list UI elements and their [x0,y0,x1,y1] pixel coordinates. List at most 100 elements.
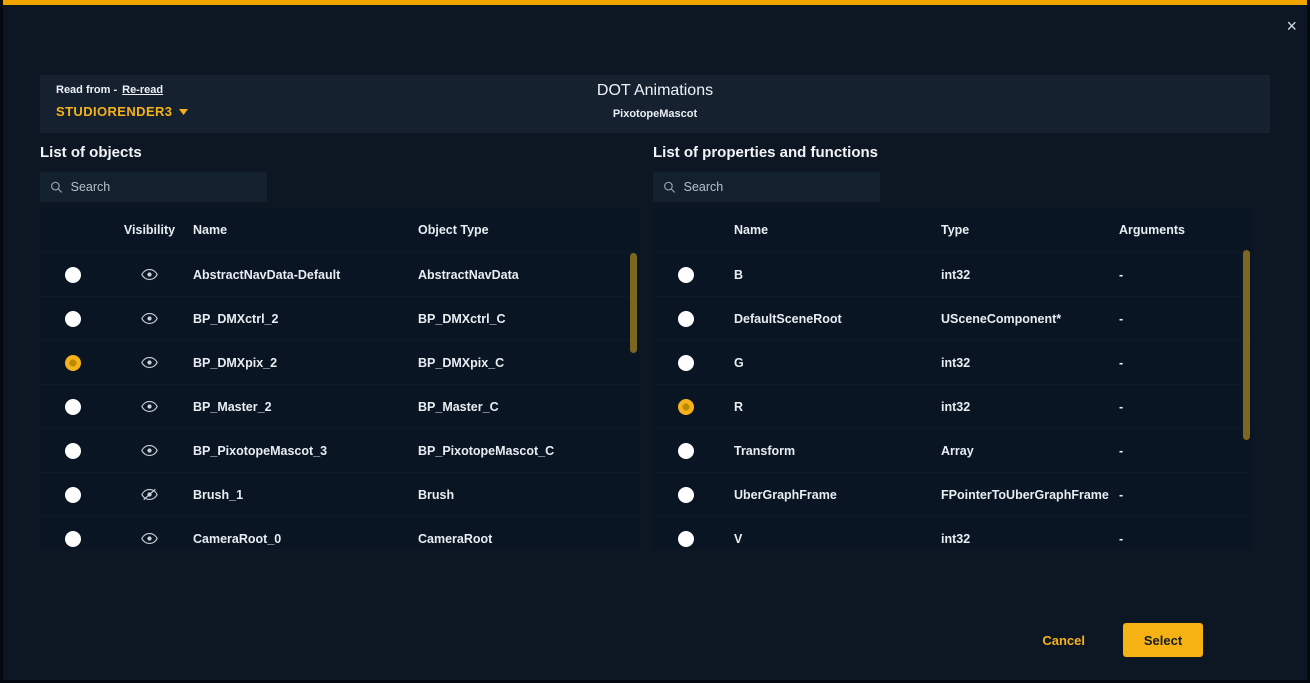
table-row[interactable]: UberGraphFrameFPointerToUberGraphFrame- [653,472,1253,516]
property-type: int32 [941,400,1119,414]
source-dropdown[interactable]: STUDIORENDER3 [56,104,188,119]
radio-button[interactable] [65,531,81,547]
dialog-window: × Read from - Re-read STUDIORENDER3 DOT A… [0,0,1310,683]
column-header-visibility: Visibility [106,223,193,237]
radio-button[interactable] [678,355,694,371]
table-row[interactable]: Rint32- [653,384,1253,428]
visibility-eye-icon[interactable] [141,400,158,413]
table-row[interactable]: BP_DMXctrl_2BP_DMXctrl_C [40,296,640,340]
property-name: Transform [719,444,941,458]
read-from-label: Read from - [56,84,117,96]
radio-button[interactable] [678,311,694,327]
header-titles: DOT Animations PixotopeMascot [40,82,1270,120]
objects-table-header: Visibility Name Object Type [40,208,640,252]
object-type: BP_Master_C [418,400,640,414]
column-header-object-type: Object Type [418,223,640,237]
object-type: Brush [418,488,640,502]
visibility-eye-icon[interactable] [141,268,158,281]
cancel-button[interactable]: Cancel [1042,633,1085,648]
visibility-eye-icon[interactable] [141,356,158,369]
property-type: USceneComponent* [941,312,1119,326]
table-row[interactable]: BP_PixotopeMascot_3BP_PixotopeMascot_C [40,428,640,472]
table-row[interactable]: TransformArray- [653,428,1253,472]
property-arguments: - [1119,488,1253,502]
properties-table-header: Name Type Arguments [653,208,1253,252]
radio-button[interactable] [678,487,694,503]
property-arguments: - [1119,400,1253,414]
visibility-eye-icon[interactable] [141,312,158,325]
table-row[interactable]: DefaultSceneRootUSceneComponent*- [653,296,1253,340]
property-name: UberGraphFrame [719,488,941,502]
object-name: BP_DMXpix_2 [193,356,418,370]
scrollbar[interactable] [1243,250,1250,440]
radio-button[interactable] [65,399,81,415]
property-name: R [719,400,941,414]
object-name: Brush_1 [193,488,418,502]
dialog-title: DOT Animations [40,82,1270,100]
search-icon [663,180,676,194]
property-type: int32 [941,356,1119,370]
properties-search [653,172,880,202]
object-name: CameraRoot_0 [193,532,418,546]
radio-selected[interactable] [65,355,81,371]
table-row[interactable]: Brush_1Brush [40,472,640,516]
chevron-down-icon [179,109,188,115]
object-name: BP_DMXctrl_2 [193,312,418,326]
read-from-line: Read from - Re-read [56,84,188,96]
property-arguments: - [1119,444,1253,458]
radio-button[interactable] [678,443,694,459]
radio-button[interactable] [65,311,81,327]
objects-table: Visibility Name Object Type AbstractNavD… [40,208,640,549]
property-arguments: - [1119,268,1253,282]
select-button[interactable]: Select [1123,623,1203,657]
property-type: Array [941,444,1119,458]
visibility-eye-icon[interactable] [141,532,158,545]
properties-table: Name Type Arguments Bint32-DefaultSceneR… [653,208,1253,549]
properties-table-body: Bint32-DefaultSceneRootUSceneComponent*-… [653,252,1253,549]
table-row[interactable]: Gint32- [653,340,1253,384]
property-arguments: - [1119,356,1253,370]
object-type: BP_PixotopeMascot_C [418,444,640,458]
property-type: FPointerToUberGraphFrame [941,488,1119,502]
property-type: int32 [941,268,1119,282]
reread-link[interactable]: Re-read [122,84,163,96]
property-arguments: - [1119,532,1253,546]
search-icon [50,180,63,194]
radio-button[interactable] [65,487,81,503]
radio-button[interactable] [678,267,694,283]
table-row[interactable]: AbstractNavData-DefaultAbstractNavData [40,252,640,296]
object-type: BP_DMXctrl_C [418,312,640,326]
objects-table-body: AbstractNavData-DefaultAbstractNavDataBP… [40,252,640,549]
object-name: BP_PixotopeMascot_3 [193,444,418,458]
property-name: V [719,532,941,546]
visibility-eye-off-icon[interactable] [141,488,158,501]
table-row[interactable]: Bint32- [653,252,1253,296]
radio-selected[interactable] [678,399,694,415]
footer: Cancel Select [1042,623,1203,657]
table-row[interactable]: BP_DMXpix_2BP_DMXpix_C [40,340,640,384]
dialog-header: Read from - Re-read STUDIORENDER3 DOT Ani… [40,75,1270,133]
property-name: DefaultSceneRoot [719,312,941,326]
close-icon[interactable]: × [1286,17,1297,35]
radio-button[interactable] [65,267,81,283]
scrollbar[interactable] [630,253,637,353]
column-header-arguments: Arguments [1119,223,1253,237]
table-row[interactable]: CameraRoot_0CameraRoot [40,516,640,549]
column-header-name: Name [193,223,418,237]
table-row[interactable]: Vint32- [653,516,1253,549]
visibility-eye-icon[interactable] [141,444,158,457]
object-name: BP_Master_2 [193,400,418,414]
source-block: Read from - Re-read STUDIORENDER3 [56,84,188,119]
property-name: B [719,268,941,282]
object-name: AbstractNavData-Default [193,268,418,282]
object-type: CameraRoot [418,532,640,546]
radio-button[interactable] [678,531,694,547]
table-row[interactable]: BP_Master_2BP_Master_C [40,384,640,428]
search-input[interactable] [71,180,257,194]
search-input[interactable] [684,180,870,194]
property-name: G [719,356,941,370]
dialog-subtitle: PixotopeMascot [40,108,1270,120]
properties-panel-title: List of properties and functions [653,144,878,161]
radio-button[interactable] [65,443,81,459]
objects-search [40,172,267,202]
